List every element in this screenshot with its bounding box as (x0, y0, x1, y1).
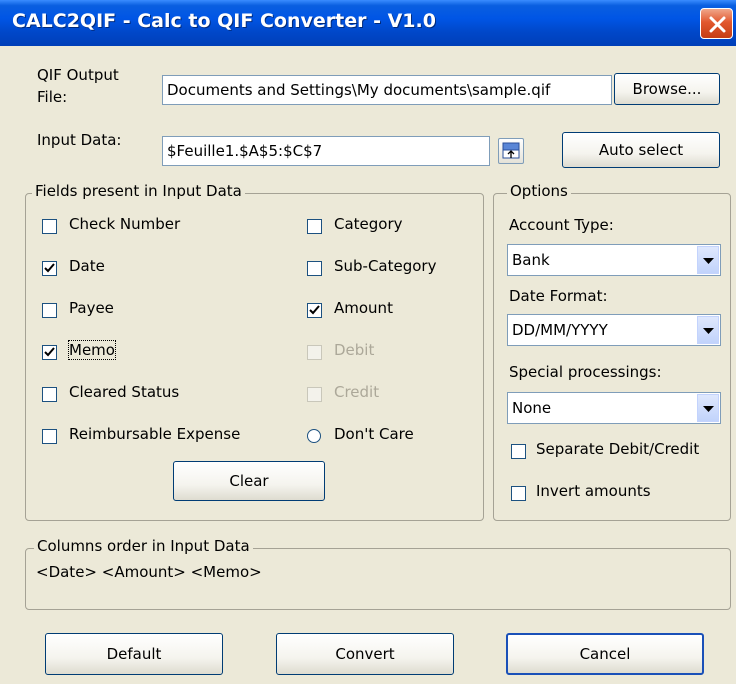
cancel-button[interactable]: Cancel (506, 633, 704, 675)
input-data-field[interactable]: $Feuille1.$A$5:$C$7 (162, 136, 490, 166)
output-label-line1: QIF Output (37, 66, 119, 84)
auto-select-button[interactable]: Auto select (562, 132, 720, 168)
special-processings-value: None (512, 399, 552, 417)
output-file-value: Documents and Settings\My documents\samp… (167, 81, 551, 99)
options-group-title: Options (507, 182, 571, 200)
input-data-value: $Feuille1.$A$5:$C$7 (167, 142, 323, 160)
date-format-label: Date Format: (509, 287, 608, 305)
sub-category-checkbox[interactable] (307, 261, 322, 276)
checkmark-icon (44, 347, 55, 357)
memo-checkbox[interactable] (42, 345, 57, 360)
special-processings-dropdown-button[interactable] (697, 394, 719, 422)
payee-checkbox[interactable] (42, 303, 57, 318)
clear-button[interactable]: Clear (173, 461, 325, 501)
dialog-window: CALC2QIF - Calc to QIF Converter - V1.0 … (0, 0, 736, 684)
reimbursable-expense-label: Reimbursable Expense (69, 425, 241, 443)
check-number-label: Check Number (69, 215, 181, 233)
convert-button[interactable]: Convert (276, 633, 454, 675)
invert-amounts-checkbox[interactable] (511, 486, 526, 501)
default-button[interactable]: Default (45, 633, 223, 675)
title-bar[interactable]: CALC2QIF - Calc to QIF Converter - V1.0 (0, 0, 736, 46)
credit-checkbox (307, 387, 322, 402)
close-button[interactable] (700, 8, 733, 39)
debit-checkbox (307, 345, 322, 360)
options-group (493, 193, 731, 521)
account-type-label: Account Type: (509, 216, 614, 234)
chevron-down-icon (703, 406, 714, 412)
date-format-dropdown-button[interactable] (697, 316, 719, 344)
separate-debit-credit-checkbox[interactable] (511, 444, 526, 459)
chevron-down-icon (703, 328, 714, 334)
date-format-value: DD/MM/YYYY (512, 321, 608, 339)
columns-order-title: Columns order in Input Data (34, 537, 253, 555)
reimbursable-expense-checkbox[interactable] (42, 429, 57, 444)
account-type-select[interactable]: Bank (507, 244, 721, 276)
dont-care-label: Don't Care (334, 425, 414, 443)
category-checkbox[interactable] (307, 219, 322, 234)
invert-amounts-label: Invert amounts (536, 482, 651, 500)
special-processings-select[interactable]: None (507, 392, 721, 424)
output-label-line2: File: (37, 88, 68, 106)
output-file-field[interactable]: Documents and Settings\My documents\samp… (162, 75, 612, 105)
checkmark-icon (309, 305, 320, 315)
amount-label: Amount (334, 299, 393, 317)
checkmark-icon (44, 263, 55, 273)
date-checkbox[interactable] (42, 261, 57, 276)
date-format-select[interactable]: DD/MM/YYYY (507, 314, 721, 346)
range-picker-button[interactable] (498, 138, 524, 164)
credit-label: Credit (334, 383, 380, 401)
special-processings-label: Special processings: (509, 363, 662, 381)
cleared-status-label: Cleared Status (69, 383, 180, 401)
separate-debit-credit-label: Separate Debit/Credit (536, 440, 700, 458)
cleared-status-checkbox[interactable] (42, 387, 57, 402)
category-label: Category (334, 215, 403, 233)
close-icon (709, 16, 726, 33)
input-data-label: Input Data: (37, 131, 122, 149)
range-picker-icon (502, 142, 520, 159)
chevron-down-icon (703, 258, 714, 264)
memo-label: Memo (68, 340, 116, 360)
date-label: Date (69, 257, 105, 275)
amount-checkbox[interactable] (307, 303, 322, 318)
dont-care-radio[interactable] (307, 429, 321, 443)
sub-category-label: Sub-Category (334, 257, 437, 275)
fields-group-title: Fields present in Input Data (32, 182, 245, 200)
account-type-value: Bank (512, 251, 550, 269)
payee-label: Payee (69, 299, 114, 317)
columns-order-value: <Date> <Amount> <Memo> (36, 563, 262, 581)
window-title: CALC2QIF - Calc to QIF Converter - V1.0 (12, 10, 436, 32)
browse-button[interactable]: Browse... (614, 73, 720, 105)
debit-label: Debit (334, 341, 375, 359)
account-type-dropdown-button[interactable] (697, 246, 719, 274)
check-number-checkbox[interactable] (42, 219, 57, 234)
